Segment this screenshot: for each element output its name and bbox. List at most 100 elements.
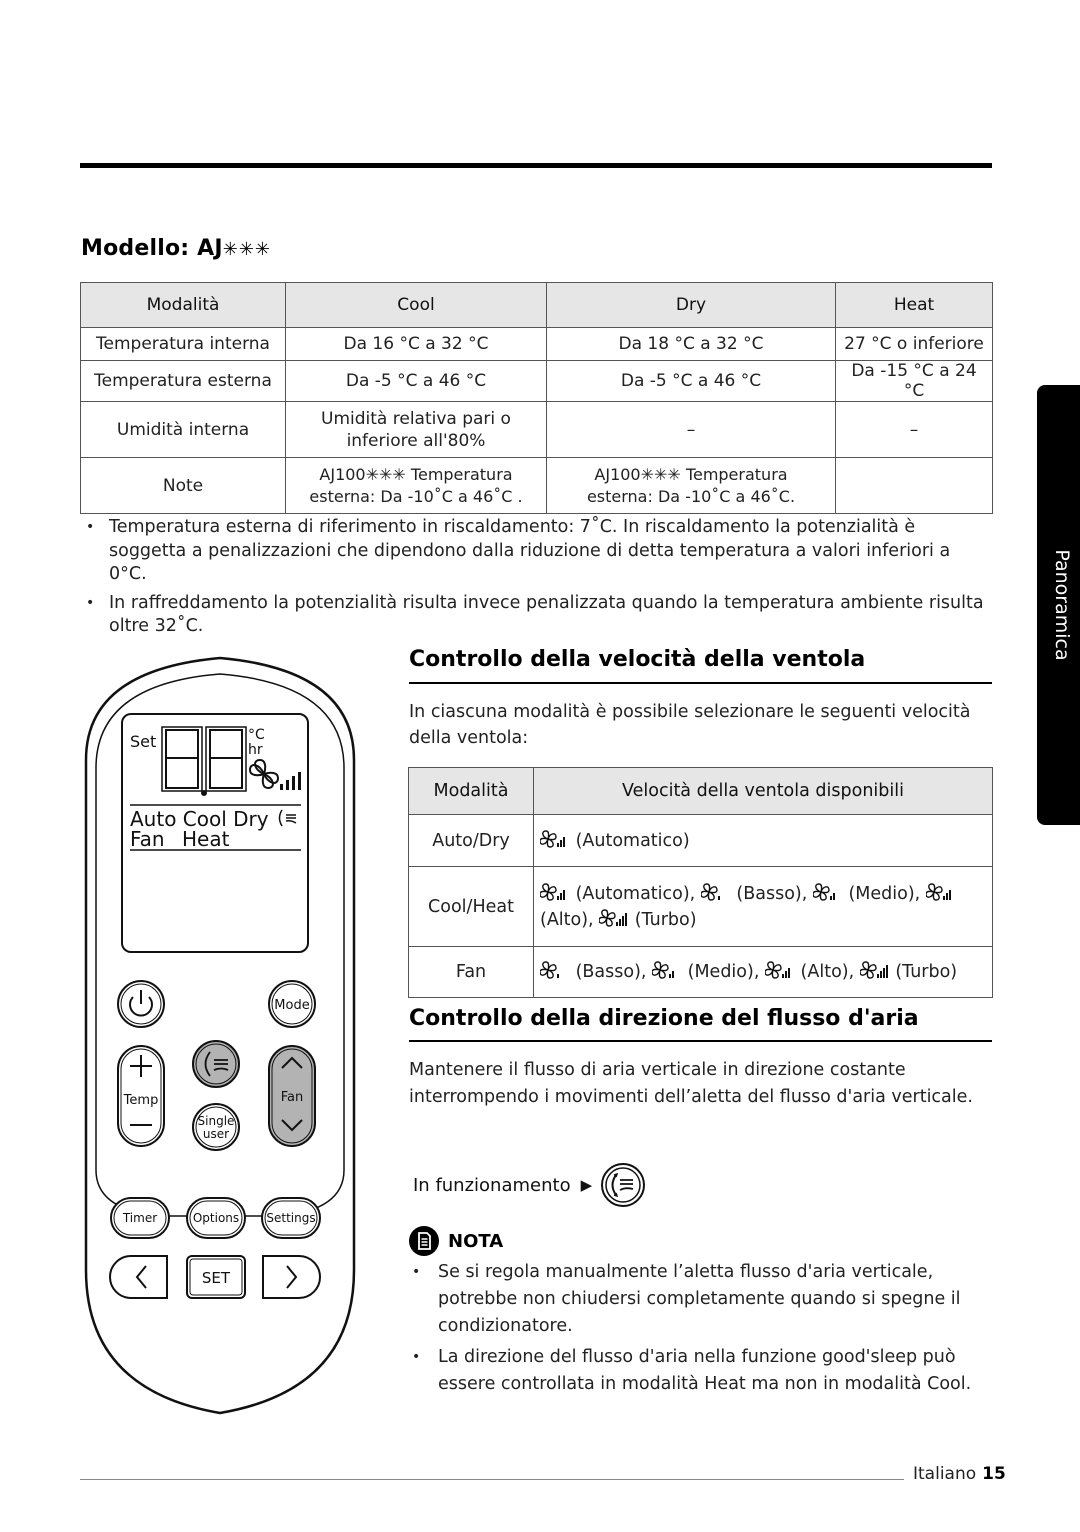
header-speeds: Velocità della ventola disponibili — [533, 767, 993, 815]
single-user-button: Single user — [192, 1103, 240, 1151]
lcd-modes-line2-fan: Fan — [130, 827, 165, 851]
header-mode: Modalità — [408, 767, 534, 815]
fan-turbo-icon — [598, 908, 629, 928]
nota-heading: NOTA — [409, 1226, 503, 1256]
nota-label: NOTA — [448, 1230, 504, 1252]
fan-low-icon — [700, 882, 731, 902]
section-tab-label: Panoramica — [1051, 549, 1073, 661]
model-notes: Temperatura esterna di riferimento in ri… — [80, 516, 990, 644]
model-title: Modello: AJ✳✳✳ — [81, 236, 271, 261]
settings-button: Settings — [261, 1197, 321, 1239]
left-button — [109, 1255, 168, 1299]
nota-item: Se si regola manualmente l’aletta flusso… — [409, 1259, 994, 1340]
fan-speed-heading-rule — [409, 682, 992, 684]
row-speeds: (Automatico), (Basso), (Medio), (Alto), — [533, 866, 993, 947]
fan-rocker-button: Fan — [268, 1045, 316, 1147]
table-header-row: Modalità Velocità della ventola disponib… — [408, 767, 993, 815]
note-item: In raffreddamento la potenzialità risult… — [80, 592, 990, 639]
cell-dry: Da -5 °C a 46 °C — [546, 360, 836, 402]
lcd-unit-c: °C — [248, 727, 265, 743]
table-row: Temperatura esterna Da -5 °C a 46 °C Da … — [80, 360, 993, 402]
temp-rocker-button: Temp — [117, 1045, 165, 1147]
cell-cool: AJ100✳✳✳ Temperatura esterna: Da -10˚C a… — [285, 457, 547, 514]
table-row: Temperatura interna Da 16 °C a 32 °C Da … — [80, 327, 993, 361]
fan-medium-icon — [812, 882, 843, 902]
airflow-button — [192, 1040, 240, 1088]
row-label: Note — [80, 457, 286, 514]
fan-auto-icon — [539, 829, 570, 849]
header-dry: Dry — [546, 282, 836, 328]
play-arrow-icon: ▶ — [580, 1176, 593, 1194]
lcd-set-label: Set — [130, 732, 156, 751]
cell-heat: Da -15 °C a 24 °C — [835, 360, 993, 402]
set-button: SET — [186, 1255, 246, 1299]
timer-button: Timer — [110, 1197, 170, 1239]
operation-instruction: In funzionamento ▶ — [413, 1162, 646, 1208]
airflow-button-icon — [601, 1163, 646, 1207]
cell-dry: – — [546, 401, 836, 458]
svg-text:Fan: Fan — [281, 1090, 304, 1105]
svg-text:Timer: Timer — [122, 1211, 157, 1225]
header-mode: Modalità — [80, 282, 286, 328]
cell-heat: 27 °C o inferiore — [835, 327, 993, 361]
fan-speed-heading: Controllo della velocità della ventola — [409, 647, 866, 672]
table-row: Fan (Basso), (Medio), (Alto), (Turbo) — [408, 946, 993, 998]
page-footer: Italiano 15 — [913, 1464, 1006, 1484]
page-number: 15 — [982, 1464, 1006, 1484]
right-button — [262, 1255, 321, 1299]
row-mode: Cool/Heat — [408, 866, 534, 947]
row-mode: Fan — [408, 946, 534, 998]
note-document-icon — [409, 1226, 439, 1256]
svg-text:Options: Options — [193, 1211, 239, 1225]
mode-button: Mode — [268, 980, 316, 1028]
row-label: Umidità interna — [80, 401, 286, 458]
footer-language: Italiano — [913, 1464, 977, 1484]
cell-heat — [835, 457, 993, 514]
lcd-modes-line2-heat: Heat — [182, 827, 230, 851]
operating-range-table: Modalità Cool Dry Heat Temperatura inter… — [80, 282, 993, 514]
top-rule — [80, 163, 992, 168]
table-row: Note AJ100✳✳✳ Temperatura esterna: Da -1… — [80, 457, 993, 514]
table-row: Umidità interna Umidità relativa pari o … — [80, 401, 993, 458]
fan-speed-table: Modalità Velocità della ventola disponib… — [408, 767, 993, 998]
row-label: Temperatura esterna — [80, 360, 286, 402]
row-mode: Auto/Dry — [408, 814, 534, 867]
airflow-heading: Controllo della direzione del flusso d'a… — [409, 1006, 919, 1031]
svg-text:SET: SET — [202, 1269, 231, 1287]
fan-medium-icon — [651, 960, 682, 980]
fan-speed-intro: In ciascuna modalità è possibile selezio… — [409, 702, 971, 748]
cell-dry: Da 18 °C a 32 °C — [546, 327, 836, 361]
cell-cool: Da 16 °C a 32 °C — [285, 327, 547, 361]
fan-turbo-icon — [859, 960, 890, 980]
fan-auto-icon — [539, 882, 570, 902]
footer-rule — [80, 1479, 904, 1480]
remote-control-illustration: Set °C hr Auto Cool Dry Fan Heat Mode Te… — [84, 656, 356, 1415]
header-heat: Heat — [835, 282, 993, 328]
cell-heat: – — [835, 401, 993, 458]
table-row: Cool/Heat (Automatico), (Basso), (Medio)… — [408, 866, 993, 947]
svg-text:user: user — [203, 1127, 229, 1141]
operation-label: In funzionamento — [413, 1174, 571, 1196]
cell-cool: Da -5 °C a 46 °C — [285, 360, 547, 402]
row-label: Temperatura interna — [80, 327, 286, 361]
power-button — [117, 980, 165, 1028]
fan-high-icon — [925, 882, 956, 902]
svg-text:Settings: Settings — [266, 1211, 315, 1225]
cell-dry: AJ100✳✳✳ Temperatura esterna: Da -10˚C a… — [546, 457, 836, 514]
nota-list: Se si regola manualmente l’aletta flusso… — [409, 1259, 994, 1402]
fan-high-icon — [764, 960, 795, 980]
airflow-heading-rule — [409, 1040, 992, 1042]
airflow-intro: Mantenere il flusso di aria verticale in… — [409, 1060, 973, 1107]
row-speeds: (Automatico) — [533, 814, 993, 867]
table-row: Auto/Dry (Automatico) — [408, 814, 993, 867]
options-button: Options — [186, 1197, 246, 1239]
svg-text:Single: Single — [198, 1114, 235, 1128]
table-header-row: Modalità Cool Dry Heat — [80, 282, 993, 328]
svg-text:Mode: Mode — [274, 998, 309, 1013]
header-cool: Cool — [285, 282, 547, 328]
note-item: Temperatura esterna di riferimento in ri… — [80, 516, 990, 587]
svg-text:Temp: Temp — [123, 1093, 159, 1108]
lcd-decimal-point — [201, 790, 207, 796]
section-tab-panoramica[interactable]: Panoramica — [1037, 385, 1080, 825]
cell-cool: Umidità relativa pari o inferiore all'80… — [285, 401, 547, 458]
